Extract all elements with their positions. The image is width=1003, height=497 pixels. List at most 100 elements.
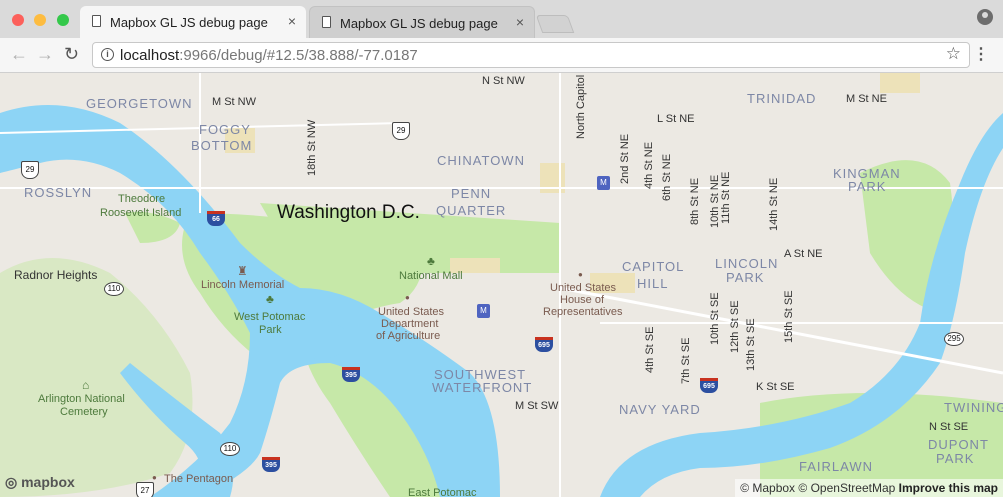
poi-dot-icon: ● (152, 473, 157, 482)
street-label: 11th St NE (720, 171, 732, 224)
bookmark-star-icon[interactable]: ☆ (946, 44, 961, 64)
neighborhood-label: LINCOLN (715, 256, 779, 271)
url-host: localhost (120, 47, 180, 64)
place-label[interactable]: Roosevelt Island (100, 208, 181, 219)
tab-close-icon[interactable]: × (516, 14, 524, 30)
place-label[interactable]: Lincoln Memorial (201, 280, 284, 291)
tab-inactive[interactable]: Mapbox GL JS debug page × (309, 6, 535, 38)
route-295-shield: 295 (944, 332, 964, 346)
map-canvas[interactable]: GEORGETOWN FOGGY BOTTOM CHINATOWN PENN Q… (0, 73, 1003, 497)
neighborhood-label: ROSSLYN (24, 185, 93, 200)
interstate-695-shield: 695 (700, 378, 718, 393)
place-label[interactable]: House of (560, 295, 604, 306)
place-label[interactable]: East Potomac (408, 488, 476, 497)
place-label[interactable]: Department (381, 319, 438, 330)
place-label[interactable]: United States (378, 307, 444, 318)
street-label: 18th St NW (306, 119, 318, 176)
neighborhood-label: PARK (936, 451, 975, 466)
street-label: N St NW (482, 75, 525, 87)
interstate-395-shield: 395 (342, 367, 360, 382)
neighborhood-label: CAPITOL (622, 259, 685, 274)
tab-title: Mapbox GL JS debug page (340, 16, 498, 31)
close-window-button[interactable] (12, 14, 24, 26)
mapbox-logo[interactable]: ◎ mapbox (5, 474, 75, 491)
street-label: 10th St SE (709, 292, 721, 345)
interstate-695-shield: 695 (535, 337, 553, 352)
street-label: 2nd St NE (619, 133, 631, 184)
place-label[interactable]: West Potomac (234, 312, 305, 323)
street-label: 12th St SE (729, 300, 741, 353)
tree-icon: ♣ (427, 254, 435, 268)
street-label: 8th St NE (689, 177, 701, 225)
street-label: 13th St SE (745, 318, 757, 371)
landmark-icon: ♜ (237, 264, 248, 278)
place-label[interactable]: Cemetery (60, 407, 108, 418)
street-label: M St NE (846, 93, 887, 105)
url-text[interactable]: localhost:9966/debug/#12.5/38.888/-77.01… (120, 47, 418, 64)
street-label: M St NW (212, 96, 256, 108)
zoom-window-button[interactable] (56, 14, 69, 26)
document-icon (322, 16, 331, 28)
mapbox-logo-text: mapbox (21, 474, 75, 490)
place-label[interactable]: Representatives (543, 307, 623, 318)
info-icon[interactable]: i (101, 48, 114, 61)
neighborhood-label: TWINING (944, 400, 1003, 415)
place-label[interactable]: The Pentagon (164, 474, 233, 485)
back-arrow-icon[interactable]: ← (10, 44, 28, 65)
cemetery-icon: ⌂ (82, 378, 90, 392)
reload-icon[interactable]: ↻ (64, 44, 79, 65)
place-label[interactable]: of Agriculture (376, 331, 440, 342)
place-label[interactable]: Theodore (118, 194, 165, 205)
tab-title: Mapbox GL JS debug page (110, 15, 268, 30)
street-label: L St NE (657, 113, 695, 125)
address-bar[interactable]: i localhost:9966/debug/#12.5/38.888/-77.… (92, 42, 970, 68)
building (880, 73, 920, 93)
neighborhood-label: CHINATOWN (437, 153, 525, 168)
neighborhood-label: WATERFRONT (432, 380, 533, 395)
url-path: :9966/debug/#12.5/38.888/-77.0187 (179, 47, 418, 64)
browser-title-bar: Mapbox GL JS debug page × Mapbox GL JS d… (0, 0, 1003, 38)
route-110-shield: 110 (220, 442, 240, 456)
poi-dot-icon: ● (578, 270, 583, 279)
metro-icon[interactable]: M (477, 304, 490, 318)
minimize-window-button[interactable] (34, 14, 47, 26)
neighborhood-label: QUARTER (436, 203, 507, 218)
tree-icon: ♣ (266, 292, 274, 306)
interstate-395-shield: 395 (262, 457, 280, 472)
browser-menu-icon[interactable]: ⋮ (973, 44, 989, 64)
street-label: 14th St NE (768, 177, 780, 231)
interstate-66-shield: 66 (207, 211, 225, 226)
improve-map-link[interactable]: Improve this map (899, 481, 998, 495)
street-label: 6th St NE (661, 153, 673, 201)
street-label: 4th St NE (643, 141, 655, 189)
place-label[interactable]: Park (259, 325, 282, 336)
new-tab-button[interactable] (535, 15, 575, 33)
tab-close-icon[interactable]: × (288, 13, 296, 29)
metro-icon[interactable]: M (597, 176, 610, 190)
tab-active[interactable]: Mapbox GL JS debug page × (80, 6, 306, 38)
neighborhood-label: FOGGY (199, 122, 251, 137)
neighborhood-label: HILL (637, 276, 669, 291)
place-label[interactable]: National Mall (399, 271, 463, 282)
profile-icon[interactable] (977, 9, 993, 25)
place-label[interactable]: United States (550, 283, 616, 294)
neighborhood-label: FAIRLAWN (799, 459, 873, 474)
document-icon (92, 15, 101, 27)
poi-dot-icon: ● (405, 293, 410, 302)
us-route-29-shield: 29 (392, 122, 410, 140)
city-label: Washington D.C. (277, 202, 420, 223)
us-route-27-shield: 27 (136, 482, 154, 497)
forward-arrow-icon[interactable]: → (36, 44, 54, 65)
street-label: N St SE (929, 421, 969, 433)
neighborhood-label: TRINIDAD (747, 91, 817, 106)
attribution-mapbox[interactable]: © Mapbox (740, 481, 795, 495)
neighborhood-label: NAVY YARD (619, 402, 701, 417)
place-label[interactable]: Arlington National (38, 394, 125, 405)
window-controls (12, 13, 75, 31)
street-label: 15th St SE (783, 290, 795, 343)
place-label: Radnor Heights (14, 268, 98, 282)
attribution-osm[interactable]: © OpenStreetMap (798, 481, 895, 495)
street-label: K St SE (756, 381, 795, 393)
route-110-shield: 110 (104, 282, 124, 296)
neighborhood-label: DUPONT (928, 437, 989, 452)
